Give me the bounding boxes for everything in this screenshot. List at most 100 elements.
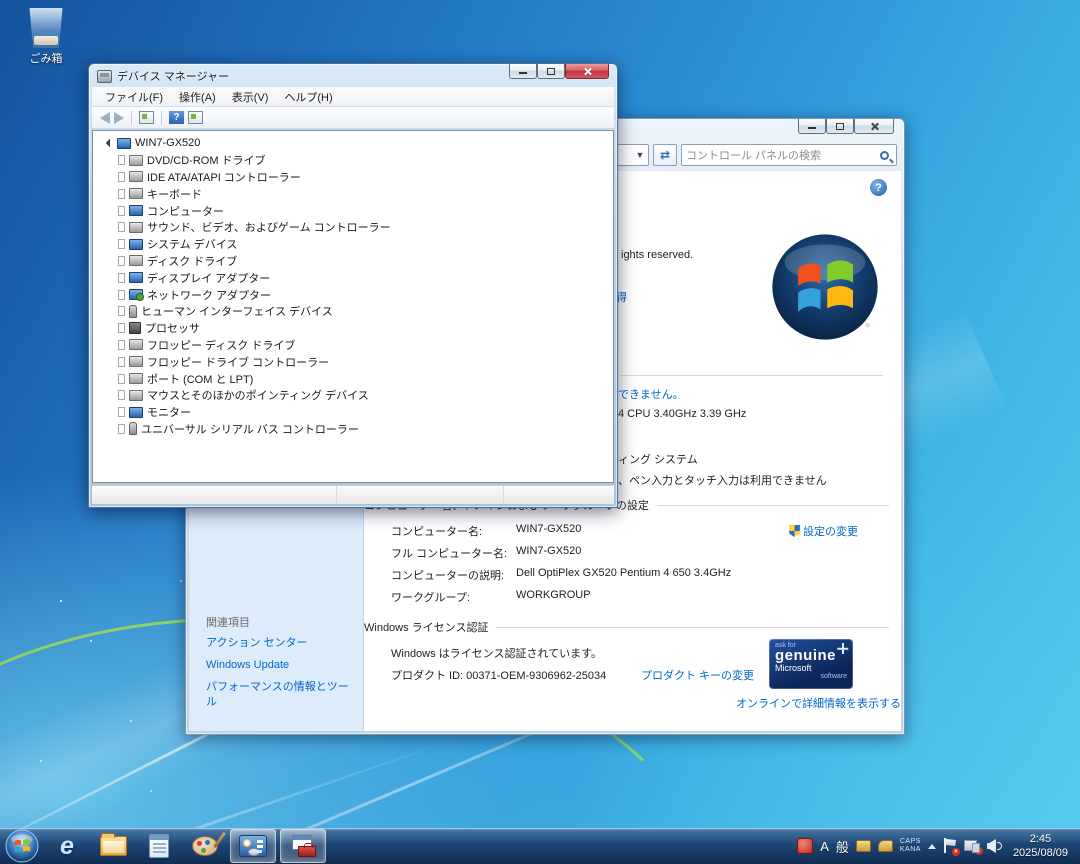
expand-arrow-icon[interactable] — [119, 274, 124, 282]
close-button[interactable] — [854, 119, 894, 134]
chevron-down-icon[interactable]: ▼ — [632, 150, 648, 160]
expand-arrow-icon[interactable] — [119, 173, 124, 181]
computer-category-icon — [129, 205, 143, 216]
expand-arrow-icon[interactable] — [119, 341, 124, 349]
tree-item[interactable]: ディスプレイ アダプター — [99, 269, 613, 286]
tree-item[interactable]: ディスク ドライブ — [99, 253, 613, 270]
toolbar-separator — [161, 111, 162, 125]
expand-arrow-icon[interactable] — [119, 207, 124, 215]
taskbar-item-control-panel[interactable] — [230, 829, 276, 863]
taskbar-item-notepad[interactable] — [136, 829, 182, 863]
menu-file[interactable]: ファイル(F) — [98, 87, 170, 107]
ime-caps-kana-indicator[interactable]: CAPSKANA — [900, 838, 921, 854]
expand-arrow-icon[interactable] — [119, 291, 124, 299]
action-center-flag-icon[interactable]: × — [943, 838, 957, 854]
expand-arrow-icon[interactable] — [119, 375, 124, 383]
tree-item[interactable]: DVD/CD-ROM ドライブ — [99, 152, 613, 169]
sidebar-item-action-center[interactable]: アクション センター — [206, 636, 356, 651]
close-button[interactable] — [565, 64, 609, 79]
hid-device-icon — [129, 305, 137, 318]
change-settings-link[interactable]: 設定の変更 — [789, 523, 858, 539]
tree-item[interactable]: フロッピー ディスク ドライブ — [99, 337, 613, 354]
computer-name-value: WIN7-GX520 — [516, 523, 581, 535]
tree-item[interactable]: ポート (COM と LPT) — [99, 370, 613, 387]
ime-toolbox-icon[interactable] — [856, 840, 871, 852]
network-status-icon[interactable]: × — [964, 839, 980, 853]
start-button[interactable] — [0, 828, 44, 864]
rating-unavailable-link-fragment[interactable]: できません。 — [618, 386, 684, 402]
back-icon[interactable] — [100, 112, 110, 124]
refresh-button[interactable]: ⇄ — [653, 144, 677, 166]
search-placeholder: コントロール パネルの検索 — [686, 147, 880, 163]
taskbar-item-paint[interactable] — [182, 829, 228, 863]
minimize-button[interactable] — [798, 119, 826, 134]
search-input[interactable]: コントロール パネルの検索 — [681, 144, 897, 166]
taskbar-item-device-manager[interactable] — [280, 829, 326, 863]
taskbar-clock[interactable]: 2:45 2025/08/09 — [1009, 832, 1072, 860]
tree-item[interactable]: プロセッサ — [99, 320, 613, 337]
genuine-microsoft-badge: ask for genuine Microsoft software — [769, 639, 853, 689]
uac-shield-icon — [789, 525, 800, 537]
ime-input-mode[interactable]: A — [820, 839, 829, 854]
tree-item[interactable]: マウスとそのほかのポインティング デバイス — [99, 387, 613, 404]
properties-icon[interactable] — [188, 111, 203, 124]
tree-item[interactable]: システム デバイス — [99, 236, 613, 253]
collapse-arrow-icon[interactable] — [106, 139, 114, 147]
expand-arrow-icon[interactable] — [119, 240, 124, 248]
mouse-icon — [248, 848, 260, 856]
tree-item[interactable]: ネットワーク アダプター — [99, 286, 613, 303]
volume-icon[interactable] — [987, 839, 1002, 853]
folder-icon — [100, 836, 127, 856]
expand-arrow-icon[interactable] — [119, 358, 124, 366]
expand-arrow-icon[interactable] — [119, 391, 124, 399]
menu-action[interactable]: 操作(A) — [172, 87, 223, 107]
tree-item[interactable]: IDE ATA/ATAPI コントローラー — [99, 169, 613, 186]
tree-item[interactable]: モニター — [99, 404, 613, 421]
forward-icon[interactable] — [114, 112, 124, 124]
ime-conversion-mode[interactable]: 般 — [836, 837, 849, 856]
sidebar-item-windows-update[interactable]: Windows Update — [206, 658, 356, 673]
show-hidden-icons-button[interactable] — [928, 844, 936, 849]
ime-pad-icon[interactable] — [878, 840, 893, 852]
sound-controller-icon — [129, 222, 143, 233]
expand-arrow-icon[interactable] — [119, 223, 124, 231]
expand-arrow-icon[interactable] — [119, 425, 124, 433]
expand-arrow-icon[interactable] — [119, 156, 124, 164]
taskbar-item-explorer[interactable] — [90, 829, 136, 863]
help-icon[interactable]: ? — [870, 179, 887, 196]
license-section-header: Windows ライセンス認証 — [364, 619, 889, 635]
tree-item[interactable]: サウンド、ビデオ、およびゲーム コントローラー — [99, 219, 613, 236]
more-info-online-link[interactable]: オンラインで詳細情報を表示する... — [736, 695, 901, 711]
status-bar — [92, 485, 614, 504]
change-product-key-link[interactable]: プロダクト キーの変更 — [641, 667, 754, 683]
notification-app-icon[interactable] — [797, 838, 813, 854]
tree-item[interactable]: コンピューター — [99, 202, 613, 219]
recycle-bin-icon[interactable]: ごみ箱 — [18, 8, 74, 66]
control-panel-icon — [239, 835, 267, 857]
maximize-button[interactable] — [537, 64, 565, 79]
tree-item[interactable]: フロッピー ドライブ コントローラー — [99, 353, 613, 370]
notepad-icon — [149, 834, 169, 858]
expand-arrow-icon[interactable] — [119, 257, 124, 265]
tree-item[interactable]: ユニバーサル シリアル バス コントローラー — [99, 421, 613, 438]
tree-item[interactable]: WIN7-GX520 — [99, 135, 613, 152]
computer-description-label: コンピューターの説明: — [391, 567, 504, 583]
tree-item[interactable]: キーボード — [99, 185, 613, 202]
show-console-tree-icon[interactable] — [139, 111, 154, 124]
maximize-button[interactable] — [826, 119, 854, 134]
system-type-fragment: ィング システム — [618, 451, 698, 467]
minimize-button[interactable] — [509, 64, 537, 79]
internet-explorer-icon: e — [60, 832, 74, 861]
expand-arrow-icon[interactable] — [119, 324, 124, 332]
sidebar-item-performance-tools[interactable]: パフォーマンスの情報とツール — [206, 680, 356, 710]
menu-help[interactable]: ヘルプ(H) — [277, 87, 339, 107]
monitor-icon — [129, 407, 143, 418]
expand-arrow-icon[interactable] — [119, 408, 124, 416]
expand-arrow-icon[interactable] — [119, 307, 124, 315]
tree-item[interactable]: ヒューマン インターフェイス デバイス — [99, 303, 613, 320]
expand-arrow-icon[interactable] — [119, 190, 124, 198]
wallpaper-sparkles — [60, 600, 62, 602]
taskbar-item-internet-explorer[interactable]: e — [44, 829, 90, 863]
menu-view[interactable]: 表示(V) — [225, 87, 276, 107]
help-icon[interactable]: ? — [169, 111, 184, 124]
